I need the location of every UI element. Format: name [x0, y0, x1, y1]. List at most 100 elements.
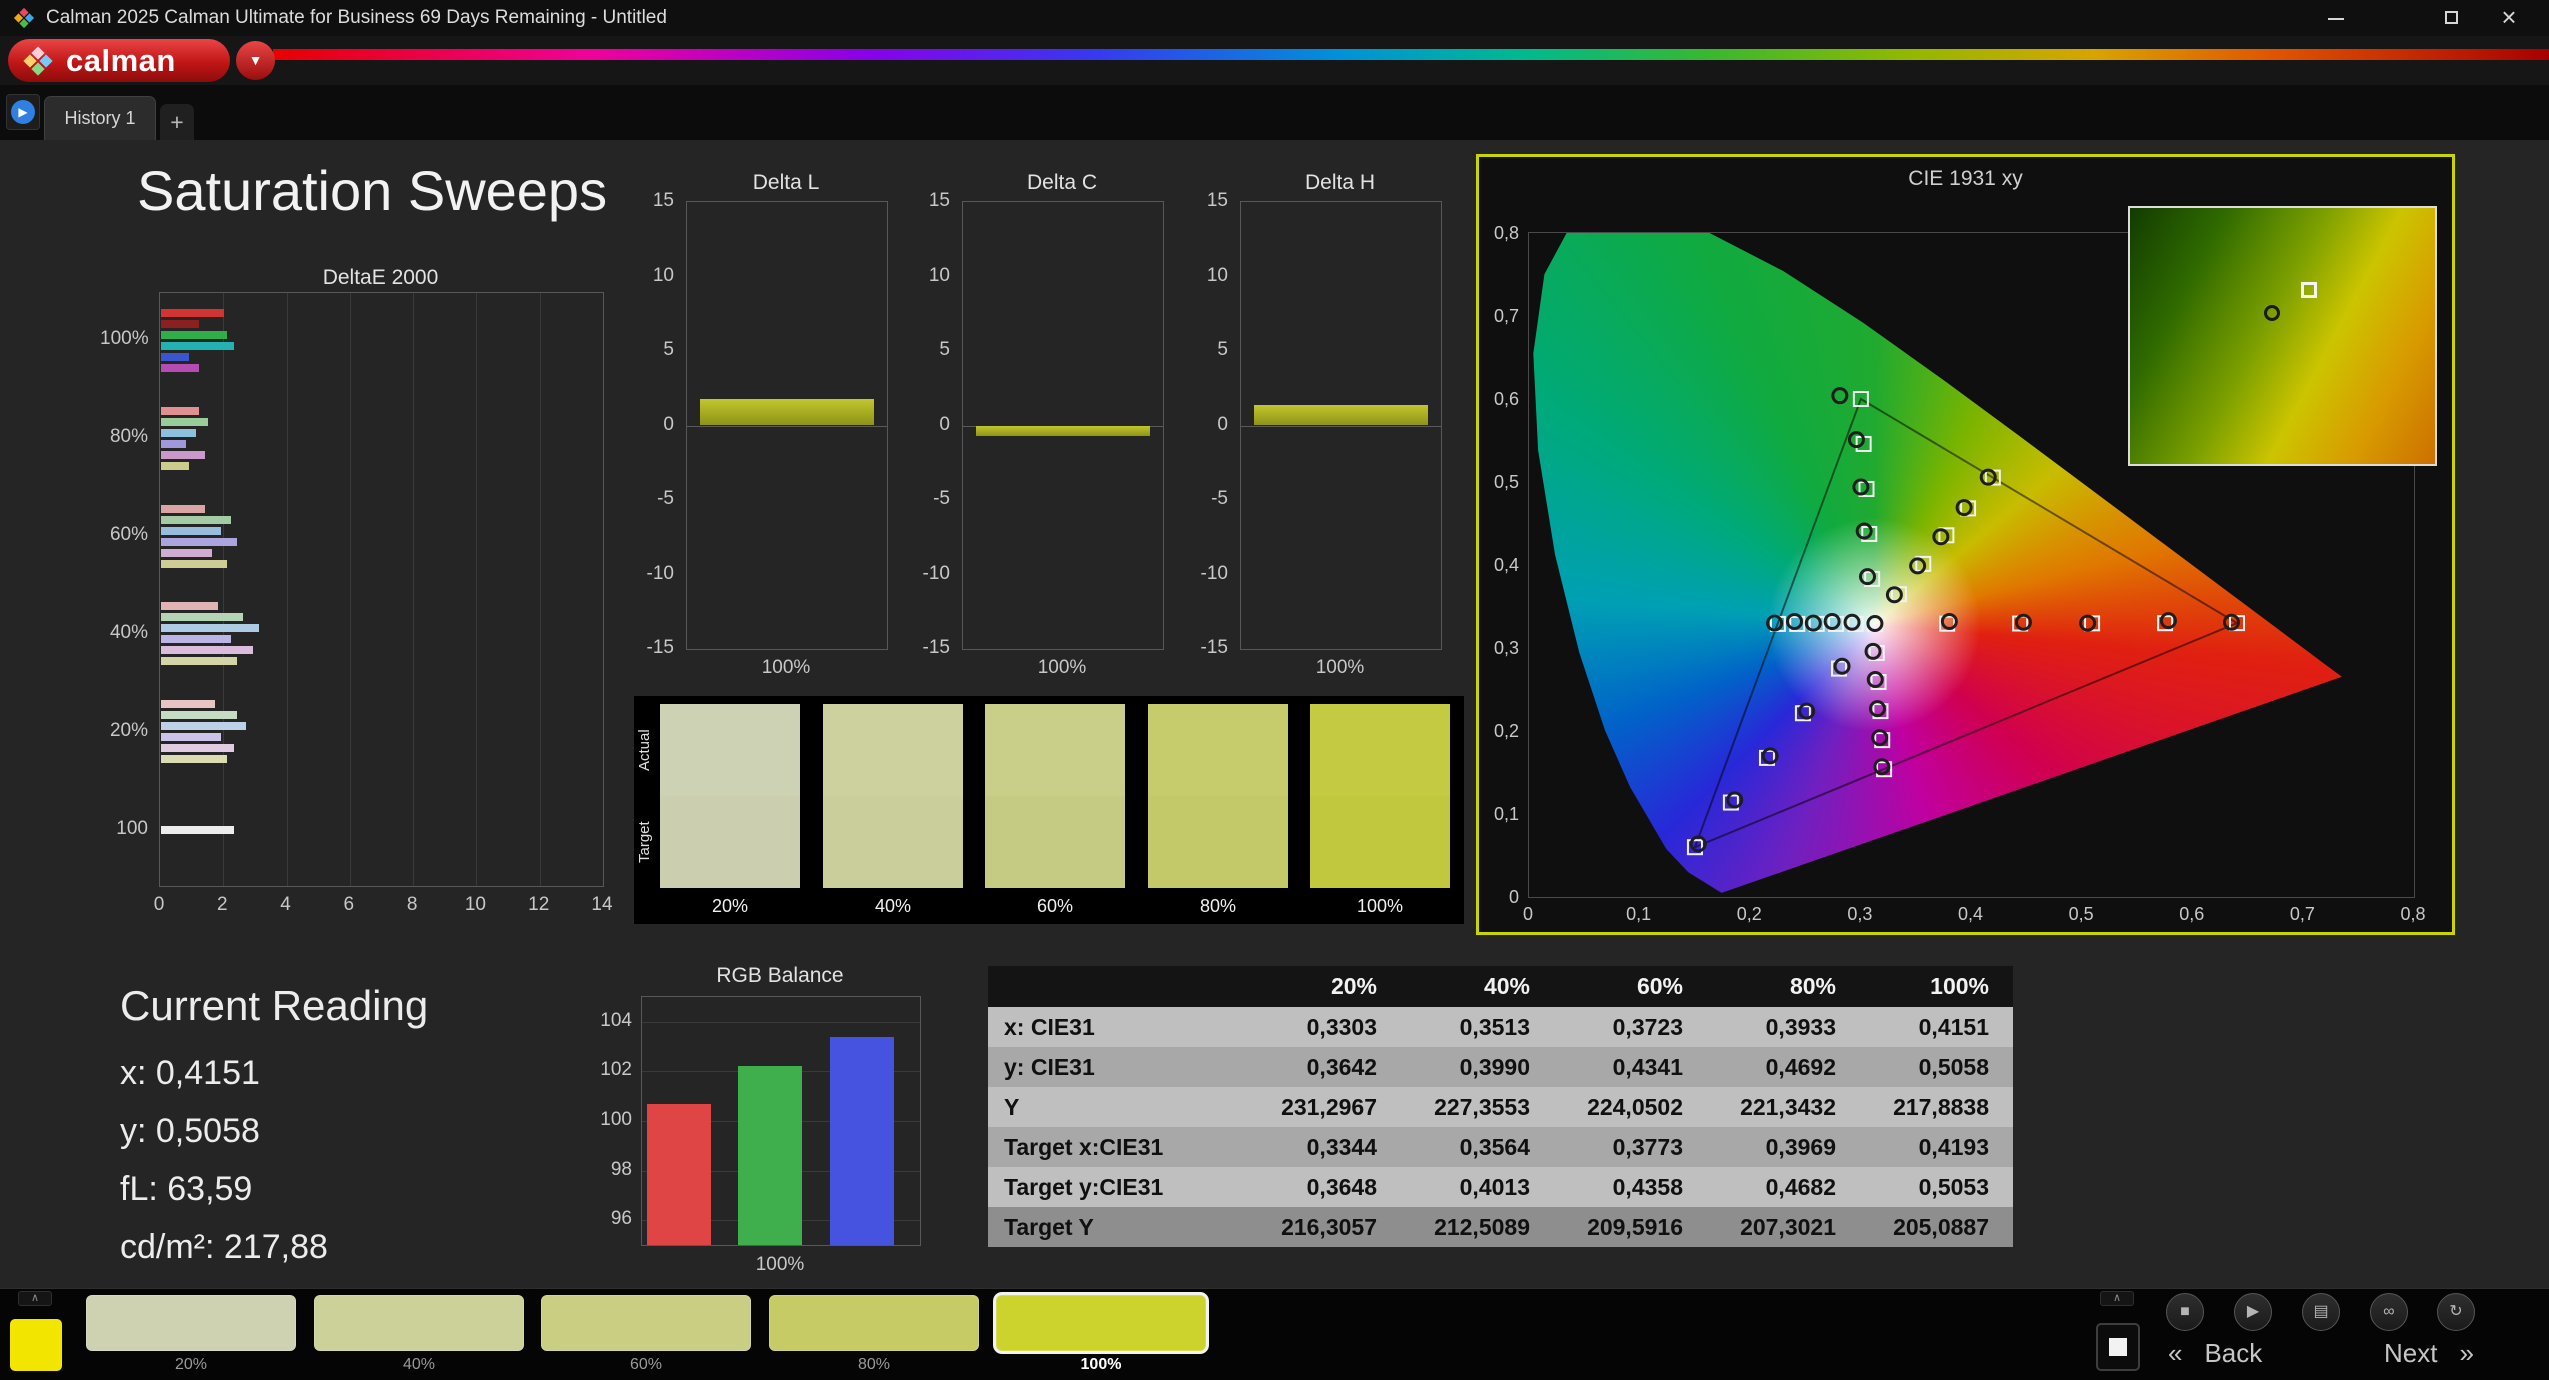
- measured-marker: [1831, 387, 1849, 405]
- deltae-bar: [161, 602, 218, 611]
- play-icon: ▶: [2246, 1303, 2260, 1320]
- calman-logo-menu[interactable]: calman: [8, 39, 230, 82]
- tab-toolbar: ▶ History 1 + X-Rite i1Pro 2 Direct View…: [0, 85, 2549, 216]
- actual-color-swatch: [660, 704, 800, 796]
- delta-l-plot: [686, 201, 888, 650]
- y-tick-label: 10: [652, 264, 674, 286]
- value-cell: 221,3432: [1740, 1094, 1836, 1120]
- x-tick-label: 0,2: [1736, 904, 1762, 924]
- pattern-100-button[interactable]: 100%: [996, 1295, 1206, 1377]
- y-tick-label: -5: [657, 488, 674, 509]
- y-tick-label: -15: [1200, 637, 1228, 658]
- green-level-bar: [738, 1066, 802, 1245]
- chart-title: Delta C: [1026, 171, 1098, 194]
- gridline: [223, 293, 225, 886]
- table-header-cell: 60%: [1636, 973, 1683, 999]
- y-tick-label: 102: [600, 1059, 632, 1081]
- pattern-label: 100%: [1080, 1356, 1122, 1373]
- pattern-label: 20%: [174, 1356, 208, 1373]
- value-cell: 0,4692: [1765, 1054, 1836, 1080]
- blue-level-bar: [830, 1036, 894, 1245]
- actual-color-swatch: [985, 704, 1125, 796]
- pattern-60-button[interactable]: 60%: [541, 1295, 751, 1377]
- value-cell: 217,8838: [1893, 1094, 1989, 1120]
- back-button[interactable]: « Back: [2168, 1335, 2262, 1371]
- deltae-bar: [161, 504, 206, 513]
- x-tick-label: 0: [153, 894, 165, 915]
- cie-x-axis: 0 0,1 0,2 0,3 0,4 0,5 0,6 0,7 0,8: [1523, 904, 2426, 926]
- stop-button[interactable]: ■: [2166, 1293, 2204, 1331]
- pattern-window-button[interactable]: [2096, 1323, 2140, 1371]
- chevron-down-icon: ▼: [248, 52, 263, 68]
- value-cell: 207,3021: [1740, 1214, 1836, 1240]
- next-button[interactable]: Next »: [2384, 1335, 2474, 1371]
- saturation-swatch-column: 40%: [823, 704, 963, 924]
- calman-diamond-icon: [13, 7, 35, 29]
- deltae-bar: [161, 722, 247, 731]
- add-tab-button[interactable]: +: [160, 104, 194, 140]
- y-tick-label: 10: [1206, 264, 1228, 286]
- close-button[interactable]: ×: [2486, 0, 2532, 36]
- deltae-bar: [161, 700, 215, 709]
- deltae-bar: [161, 352, 190, 361]
- value-cell: 0,4151: [1918, 1014, 1989, 1040]
- delta-h-y-axis: 15 10 5 0 -5 -10 -15: [1184, 190, 1232, 658]
- y-tick-label: 10: [928, 264, 950, 286]
- refresh-button[interactable]: ↻: [2437, 1293, 2475, 1331]
- y-tick-label: -5: [933, 488, 950, 509]
- rgb-balance-plot: [641, 996, 921, 1246]
- logo-wordmark: calman: [66, 42, 176, 78]
- y-tick-label: 0: [939, 413, 950, 435]
- reading-cdm2: cd/m²: 217,88: [120, 1228, 328, 1266]
- tab-history-1[interactable]: History 1: [44, 96, 156, 140]
- pattern-40-button[interactable]: 40%: [314, 1295, 524, 1377]
- deltae-bar: [161, 515, 231, 524]
- actual-color-swatch: [1148, 704, 1288, 796]
- reading-y: y: 0,5058: [120, 1112, 260, 1150]
- x-axis-label: 100%: [761, 657, 811, 678]
- y-tick-label: 20%: [109, 719, 148, 741]
- y-tick-label: 98: [610, 1158, 632, 1180]
- deltae-bar: [161, 646, 253, 655]
- pattern-swatch: [996, 1295, 1206, 1351]
- minimize-button[interactable]: [2313, 0, 2359, 36]
- continuous-measure-button[interactable]: ∞: [2370, 1293, 2408, 1331]
- pattern-80-button[interactable]: 80%: [769, 1295, 979, 1377]
- history-nav-button[interactable]: ▶: [6, 94, 40, 130]
- deltae-bar: [161, 733, 222, 742]
- table-header-cell: 40%: [1483, 973, 1530, 999]
- pattern-20-button[interactable]: 20%: [86, 1295, 296, 1377]
- next-chevrons-icon: »: [2459, 1337, 2474, 1368]
- x-axis-label: 100%: [1037, 657, 1087, 678]
- restore-button[interactable]: [2429, 0, 2475, 36]
- deltae-bar: [161, 461, 190, 470]
- save-button[interactable]: ▤: [2302, 1293, 2340, 1331]
- x-tick-label: 0,5: [2068, 904, 2094, 924]
- gridline: [476, 293, 478, 886]
- table-row: Y 231,2967 227,3553 224,0502 221,3432 217,883…: [988, 1087, 2013, 1127]
- gridline: [349, 293, 351, 886]
- y-tick-label: 0: [1217, 413, 1228, 435]
- measured-marker: [1804, 614, 1822, 632]
- play-icon: ▶: [11, 100, 35, 124]
- target-color-swatch: [985, 796, 1125, 888]
- expand-controls-handle[interactable]: ∧: [2100, 1291, 2134, 1306]
- delta-l-chart: Delta L 15 10 5 0 -5 -10 -15 100%: [630, 165, 900, 690]
- deltae-bar: [161, 406, 199, 415]
- deltae-bar: [161, 559, 228, 568]
- gridline: [642, 1021, 920, 1023]
- deltae-bar: [161, 711, 237, 720]
- window-title: Calman 2025 Calman Ultimate for Business…: [46, 7, 667, 28]
- saturation-swatch-column: 100%: [1310, 704, 1450, 924]
- refresh-icon: ↻: [2449, 1303, 2463, 1320]
- play-button[interactable]: ▶: [2234, 1293, 2272, 1331]
- delta-l-y-axis: 15 10 5 0 -5 -10 -15: [630, 190, 678, 658]
- back-label: Back: [2204, 1337, 2263, 1368]
- value-cell: 205,0887: [1893, 1214, 1989, 1240]
- logo-dropdown-button[interactable]: ▼: [236, 41, 275, 80]
- target-color-swatch: [1310, 796, 1450, 888]
- y-tick-label: -10: [646, 562, 674, 584]
- value-cell: 0,3723: [1612, 1014, 1683, 1040]
- measured-marker: [2264, 305, 2281, 322]
- delta-c-chart: Delta C 15 10 5 0 -5 -10 -15 100%: [906, 165, 1176, 690]
